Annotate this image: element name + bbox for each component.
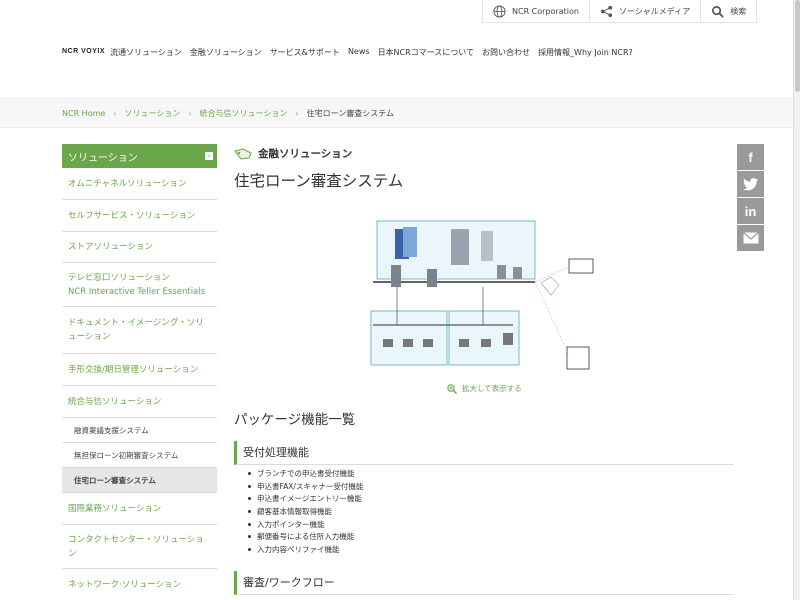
collapse-icon[interactable]: ‹	[205, 152, 213, 160]
scrollbar[interactable]	[793, 0, 800, 600]
sidebar-subitem-label: 融資稟議支援システム	[74, 425, 149, 435]
linkedin-share-button[interactable]: in	[737, 198, 764, 224]
sidebar-item-network[interactable]: ネットワーク·ソリューション	[62, 569, 217, 600]
sidebar-item-label: コンタクトセンター・ソリューション	[68, 534, 204, 559]
sidebar-item-credit[interactable]: 統合与信ソリューション	[62, 386, 217, 418]
zoom-in-icon	[447, 383, 457, 394]
list-item: 申込書イメージエントリー機能	[248, 492, 363, 505]
sidebar-subitem-loan-approval[interactable]: 融資稟議支援システム	[62, 418, 217, 443]
sidebar-item-contact-center[interactable]: コンタクトセンター・ソリューション	[62, 525, 217, 569]
sidebar-item-international[interactable]: 国際業務ソリューション	[62, 493, 217, 525]
twitter-share-button[interactable]	[737, 171, 764, 197]
breadcrumb-credit[interactable]: 統合与信ソリューション	[200, 108, 288, 119]
mail-icon	[742, 232, 759, 244]
sidebar-subitem-label: 住宅ローン審査システム	[74, 475, 156, 485]
site-logo[interactable]: NCR VOYIX	[62, 48, 105, 55]
nav-item-service[interactable]: サービス&サポート	[270, 47, 340, 58]
category-heading: 金融ソリューション	[234, 146, 352, 161]
sidebar-item-document-imaging[interactable]: ドキュメント・イメージング・ソリューション	[62, 307, 217, 354]
twitter-icon	[742, 177, 758, 190]
sidebar-item-store[interactable]: ストアソリューション	[62, 232, 217, 263]
search-icon	[712, 5, 724, 18]
sidebar-item-label: セルフサービス・ソリューション	[68, 210, 196, 221]
list-item: 入力内容ベリファイ機能	[248, 543, 363, 556]
list-item: 郵便番号による住所入力機能	[248, 530, 363, 543]
corporate-label: NCR Corporation	[512, 6, 579, 16]
sidebar-item-self-service[interactable]: セルフサービス・ソリューション	[62, 200, 217, 232]
breadcrumb-separator: ›	[295, 109, 299, 118]
sidebar-heading-label: ソリューション	[68, 152, 138, 164]
list-item: 入力ポインター機能	[248, 518, 363, 531]
facebook-share-button[interactable]: f	[737, 144, 764, 170]
sidebar-item-label: ドキュメント・イメージング・ソリューション	[68, 318, 204, 342]
page-title: 住宅ローン審査システム	[234, 172, 404, 190]
sidebar-subitem-unsecured-loan[interactable]: 無担保ローン初期審査システム	[62, 443, 217, 468]
search-label: 検索	[730, 6, 747, 16]
sidebar-item-label: ネットワーク·ソリューション	[68, 579, 182, 590]
sidebar-item-label: 統合与信ソリューション	[68, 396, 162, 407]
sidebar-item-omnichannel[interactable]: オムニチャネルソリューション	[62, 168, 217, 200]
linkedin-icon: in	[744, 203, 757, 219]
zoom-link-label: 拡大して表示する	[462, 384, 522, 393]
breadcrumb: NCR Home › ソリューション › 統合与信ソリューション › 住宅ローン…	[62, 108, 394, 119]
zoom-link[interactable]: 拡大して表示する	[447, 383, 522, 394]
social-media-label: ソーシャルメディア	[618, 6, 691, 16]
feature-list: ブランチでの申込書受付機能 申込書FAX/スキャナー受付機能 申込書イメージエン…	[248, 467, 363, 556]
utility-bar: NCR Corporation ソーシャルメディア 検索	[482, 0, 758, 23]
breadcrumb-separator: ›	[188, 109, 192, 118]
list-item: 顧客基本情報取得機能	[248, 505, 363, 518]
sidebar-item-label: テレビ窓口ソリューション	[68, 272, 170, 283]
scrollbar-thumb[interactable]	[795, 0, 800, 92]
sidebar-item-label: ストアソリューション	[68, 242, 153, 252]
list-item: 申込書FAX/スキャナー受付機能	[248, 480, 363, 493]
sidebar: ソリューション ‹ オムニチャネルソリューション セルフサービス・ソリューション…	[62, 144, 217, 600]
globe-icon	[493, 4, 506, 18]
sidebar-item-label: NCR Interactive Teller Essentials	[68, 286, 206, 297]
corporate-link[interactable]: NCR Corporation	[483, 0, 589, 22]
social-share: f in	[737, 144, 764, 252]
nav-item-financial[interactable]: 金融ソリューション	[190, 47, 262, 58]
tag-icon	[234, 147, 252, 160]
nav-item-careers[interactable]: 採用情報_Why Join NCR?	[538, 47, 633, 58]
package-heading: パッケージ機能一覧	[234, 412, 356, 428]
sidebar-item-tv-teller[interactable]: テレビ窓口ソリューション NCR Interactive Teller Esse…	[62, 263, 217, 307]
breadcrumb-home[interactable]: NCR Home	[62, 109, 105, 118]
nav-item-news[interactable]: News	[348, 47, 370, 58]
breadcrumb-current: 住宅ローン審査システム	[306, 109, 394, 118]
search-button[interactable]: 検索	[700, 0, 756, 22]
breadcrumb-solutions[interactable]: ソリューション	[125, 108, 181, 119]
nav-item-retail[interactable]: 流通ソリューション	[110, 47, 182, 58]
category-label: 金融ソリューション	[258, 148, 353, 160]
list-item: ブランチでの申込書受付機能	[248, 467, 363, 480]
sidebar-item-clearing[interactable]: 手形交換/期日管理ソリューション	[62, 354, 217, 386]
nav-item-contact[interactable]: お問い合わせ	[482, 47, 530, 58]
section-heading-workflow: 審査/ワークフロー	[234, 571, 734, 595]
social-media-link[interactable]: ソーシャルメディア	[588, 0, 700, 22]
sidebar-heading[interactable]: ソリューション ‹	[62, 144, 217, 168]
sidebar-item-label: オムニチャネルソリューション	[68, 178, 187, 189]
system-diagram[interactable]	[363, 215, 608, 375]
mail-share-button[interactable]	[737, 225, 764, 251]
sidebar-item-label: 手形交換/期日管理ソリューション	[68, 364, 199, 375]
nav-item-about[interactable]: 日本NCRコマースについて	[378, 47, 475, 58]
sidebar-item-label: 国際業務ソリューション	[68, 503, 162, 514]
sidebar-subitem-label: 無担保ローン初期審査システム	[74, 450, 179, 460]
facebook-icon: f	[748, 149, 753, 165]
section-heading-reception: 受付処理機能	[234, 441, 734, 465]
share-icon	[600, 5, 613, 17]
breadcrumb-separator: ›	[113, 109, 117, 118]
main-nav: 流通ソリューション 金融ソリューション サービス&サポート News 日本NCR…	[110, 47, 633, 58]
sidebar-subitem-mortgage[interactable]: 住宅ローン審査システム	[62, 468, 217, 493]
